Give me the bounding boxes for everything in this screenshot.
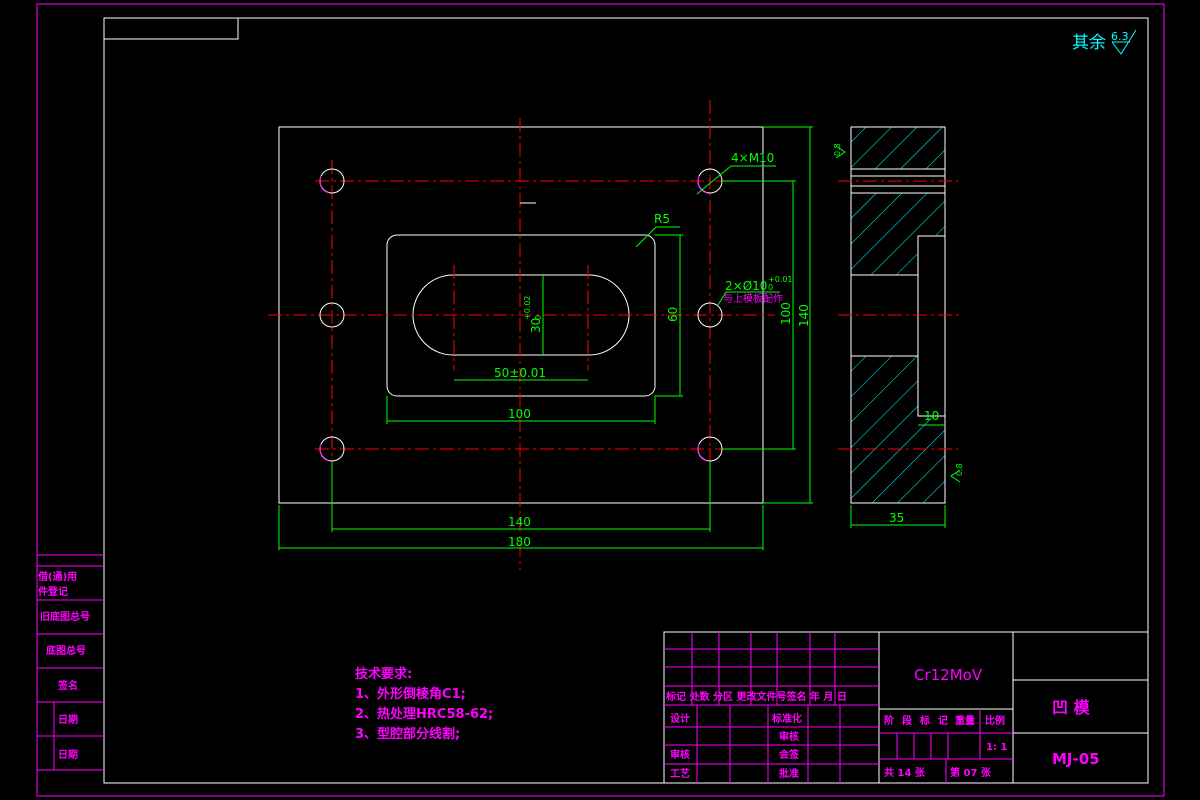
role-standardize: 标准化 [771,712,802,725]
role-design: 设计 [670,712,690,725]
scale-value: 1: 1 [986,742,1007,753]
tech-item: 2、热处理HRC58-62; [355,706,493,722]
tech-requirements: 技术要求: 1、外形倒棱角C1; 2、热处理HRC58-62; 3、型腔部分线割… [355,666,493,742]
drawing-number: MJ-05 [1052,750,1100,768]
stamp-label: 件登记 [38,585,68,598]
stamp-label: 底图总号 [46,644,86,657]
dim-cavity-height: 60 [666,307,680,322]
svg-text:0: 0 [534,315,543,320]
title-block: 标记 处数 分区 更改文件号签名 年 月 日 设计 标准化 审核 审核 会签 工… [663,631,1149,784]
roughness-prefix: 其余 [1072,33,1106,53]
note-corner-radius: R5 [654,212,670,226]
revision-header: 标记 处数 分区 更改文件号签名 年 月 日 [665,690,847,703]
dim-slot-width-tol: +0.02 [523,295,532,320]
sheet-frame [36,3,1165,797]
weight-header: 重量 [955,714,975,727]
tech-item: 1、外形倒棱角C1; [355,686,466,702]
tech-title: 技术要求: [355,666,412,682]
note-screw-holes: 4×M10 [731,151,774,165]
cad-drawing-canvas: 其余 6.3 180 140 100 50±0.01 30 +0.02 0 60… [36,3,1165,797]
stamp-label: 借(通)用 [37,570,77,583]
note-dowel-holes: 2×Ø10 [725,279,767,293]
roughness-value: 6.3 [1111,30,1129,43]
note-dowel-match: 与上模板配作 [723,292,783,305]
roughness-bottom: 0.8 [955,463,964,476]
material: Cr12MoV [914,666,983,684]
stamp-label: 日期 [58,748,78,761]
sheet-total: 共 14 张 [884,766,926,779]
stage-header: 段 [902,714,912,727]
stamp-label: 日期 [58,713,78,726]
side-view: 35 10 0.8 0.8 [833,126,964,528]
part-name: 凹 模 [1052,698,1091,717]
dim-hole-spacing-x: 140 [508,515,531,529]
sheet-current: 第 07 张 [950,766,992,779]
dim-cavity-width: 100 [508,407,531,421]
stamp-label: 旧底图总号 [40,610,90,623]
stamp-label: 签名 [57,679,78,692]
role-audit: 会签 [779,748,800,761]
role-approve: 批准 [779,767,799,780]
tech-item: 3、型腔部分线割; [355,726,460,742]
left-stamp-column: 借(通)用 件登记 旧底图总号 底图总号 签名 日期 日期 [37,554,104,771]
roughness-note: 其余 6.3 [1072,29,1137,55]
role-process: 工艺 [670,767,690,780]
scale-header: 比例 [985,714,1005,727]
dim-width-overall: 180 [508,535,531,549]
roughness-top: 0.8 [833,143,842,156]
front-view: 180 140 100 50±0.01 30 +0.02 0 60 100 14… [268,100,813,570]
role-review: 审核 [670,748,690,761]
svg-text:0: 0 [768,283,773,292]
dim-thickness: 35 [889,511,904,525]
dim-height-overall: 140 [797,304,811,327]
dim-slot-length: 50±0.01 [494,366,546,380]
dim-pocket-depth: 10 [924,409,939,423]
stage-header: 标 [919,714,930,727]
stage-header: 阶 [884,714,895,727]
stage-header: 记 [938,715,948,727]
role-check: 审核 [779,730,799,743]
dim-hole-spacing-y: 100 [779,302,793,325]
